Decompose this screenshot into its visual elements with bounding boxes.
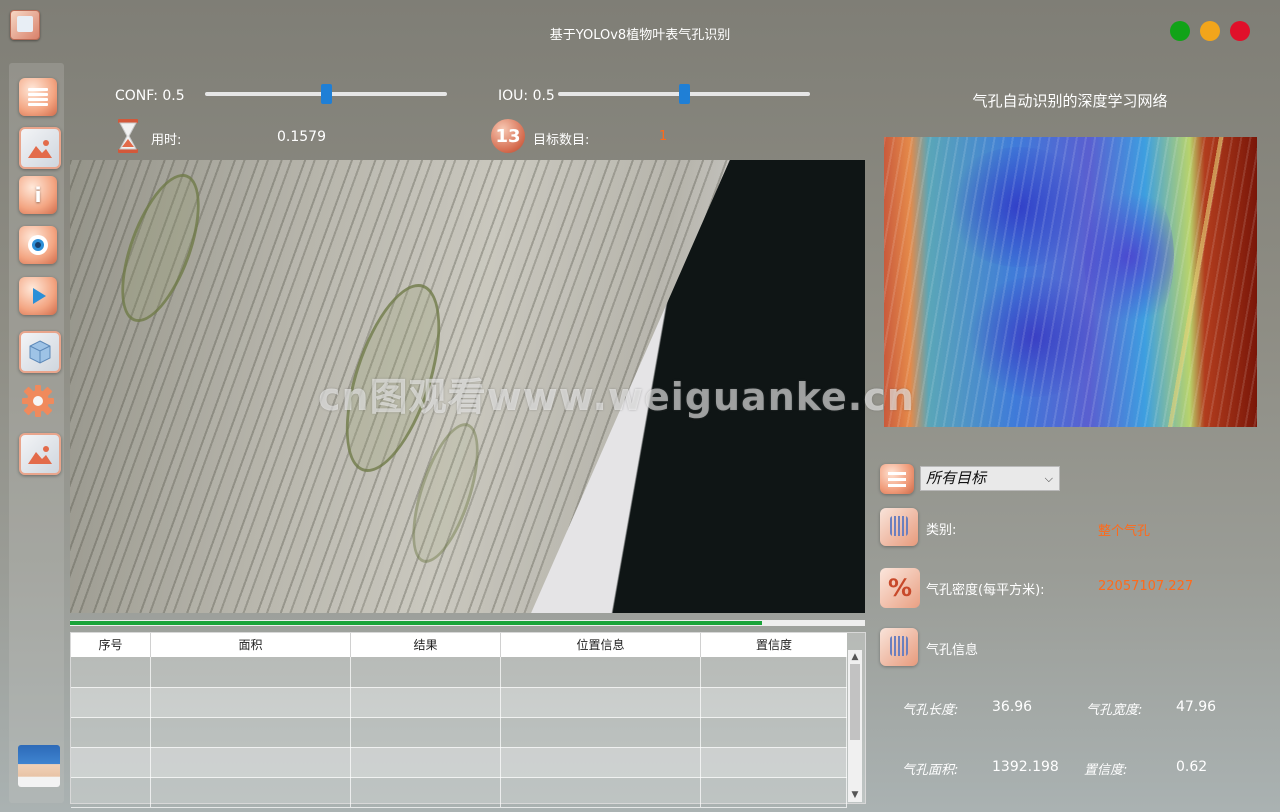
camera-icon	[28, 235, 48, 255]
about-button[interactable]: i	[19, 176, 57, 214]
table-cell	[701, 687, 847, 717]
time-value: 0.1579	[277, 129, 326, 145]
results-table: 序号 面积 结果 位置信息 置信度	[70, 632, 866, 808]
stoma-info-icon	[880, 628, 918, 666]
table-cell	[71, 777, 151, 807]
column-header-position[interactable]: 位置信息	[501, 633, 701, 657]
table-cell	[351, 657, 501, 687]
maximize-button[interactable]	[1170, 21, 1190, 41]
settings-button[interactable]	[19, 382, 57, 420]
target-select-value: 所有目标	[926, 469, 987, 487]
table-row[interactable]	[71, 777, 847, 808]
close-button[interactable]	[1230, 21, 1250, 41]
class-label: 类别:	[926, 523, 957, 538]
length-label: 气孔长度:	[902, 703, 959, 718]
density-value: 22057107.227	[1098, 579, 1194, 594]
table-cell	[351, 747, 501, 777]
table-cell	[501, 687, 701, 717]
target-select[interactable]: 所有目标 ⌵	[920, 466, 1060, 491]
area-value: 1392.198	[992, 759, 1059, 775]
iou-slider-handle[interactable]	[679, 84, 690, 104]
gear-icon	[22, 385, 54, 417]
table-cell	[701, 657, 847, 687]
table-cell	[71, 717, 151, 747]
table-cell	[151, 747, 351, 777]
table-cell	[151, 687, 351, 717]
scroll-down-icon[interactable]: ▼	[848, 788, 862, 802]
hourglass-icon	[118, 119, 138, 153]
model-button[interactable]	[19, 331, 61, 373]
scroll-up-icon[interactable]: ▲	[848, 650, 862, 664]
menu-icon	[28, 88, 48, 106]
image-icon	[28, 446, 52, 464]
iou-label: IOU: 0.5	[498, 88, 555, 104]
watermark: cn图观看www.weiguanke.cn	[318, 375, 915, 419]
target-count-value: 1	[659, 129, 668, 144]
minimize-button[interactable]	[1200, 21, 1220, 41]
table-scroll-thumb[interactable]	[850, 664, 860, 740]
stoma-info-label: 气孔信息	[926, 643, 979, 658]
table-cell	[151, 777, 351, 807]
table-cell	[71, 747, 151, 777]
info-icon: i	[34, 183, 42, 207]
play-icon	[33, 288, 46, 304]
table-cell	[501, 657, 701, 687]
table-cell	[151, 717, 351, 747]
column-header-confidence[interactable]: 置信度	[701, 633, 847, 657]
chevron-down-icon: ⌵	[1044, 472, 1053, 485]
table-cell	[701, 747, 847, 777]
open-image-button[interactable]	[19, 127, 61, 169]
table-cell	[501, 777, 701, 807]
length-value: 36.96	[992, 699, 1033, 715]
save-image-button[interactable]	[19, 433, 61, 475]
conf-label: CONF: 0.5	[115, 88, 185, 104]
confidence-label: 置信度:	[1084, 763, 1128, 778]
camera-button[interactable]	[19, 226, 57, 264]
target-count-icon: 13	[491, 119, 525, 153]
column-header-result[interactable]: 结果	[351, 633, 501, 657]
width-label: 气孔宽度:	[1086, 703, 1143, 718]
time-label: 用时:	[151, 133, 182, 148]
table-cell	[71, 687, 151, 717]
area-label: 气孔面积:	[902, 763, 959, 778]
progress-fill	[70, 621, 762, 625]
conf-slider-handle[interactable]	[321, 84, 332, 104]
heatmap-image	[884, 137, 1257, 427]
table-cell	[351, 717, 501, 747]
image-icon	[28, 140, 52, 158]
target-count-label: 目标数目:	[533, 133, 590, 148]
column-header-area[interactable]: 面积	[151, 633, 351, 657]
stoma-class-icon	[880, 508, 918, 546]
table-row[interactable]	[71, 657, 847, 688]
table-row[interactable]	[71, 687, 847, 718]
table-cell	[701, 777, 847, 807]
list-icon	[880, 464, 914, 494]
table-cell	[151, 657, 351, 687]
table-cell	[701, 717, 847, 747]
width-value: 47.96	[1176, 699, 1217, 715]
class-value: 整个气孔	[1098, 524, 1151, 539]
table-cell	[351, 777, 501, 807]
density-label: 气孔密度(每平方米):	[926, 583, 1045, 598]
window-title: 基于YOLOv8植物叶表气孔识别	[549, 28, 731, 43]
table-header: 序号 面积 结果 位置信息 置信度	[71, 633, 847, 657]
video-button[interactable]	[19, 277, 57, 315]
table-row[interactable]	[71, 747, 847, 778]
network-title: 气孔自动识别的深度学习网络	[972, 92, 1168, 110]
number-13-glyph: 13	[495, 125, 521, 147]
table-row[interactable]	[71, 717, 847, 748]
cube-icon	[29, 340, 51, 364]
table-cell	[501, 747, 701, 777]
confidence-value: 0.62	[1176, 759, 1208, 775]
table-cell	[71, 657, 151, 687]
table-cell	[351, 687, 501, 717]
avatar[interactable]	[18, 745, 60, 787]
menu-button[interactable]	[19, 78, 57, 116]
column-header-index[interactable]: 序号	[71, 633, 151, 657]
table-cell	[501, 717, 701, 747]
percent-icon: %	[880, 568, 920, 608]
